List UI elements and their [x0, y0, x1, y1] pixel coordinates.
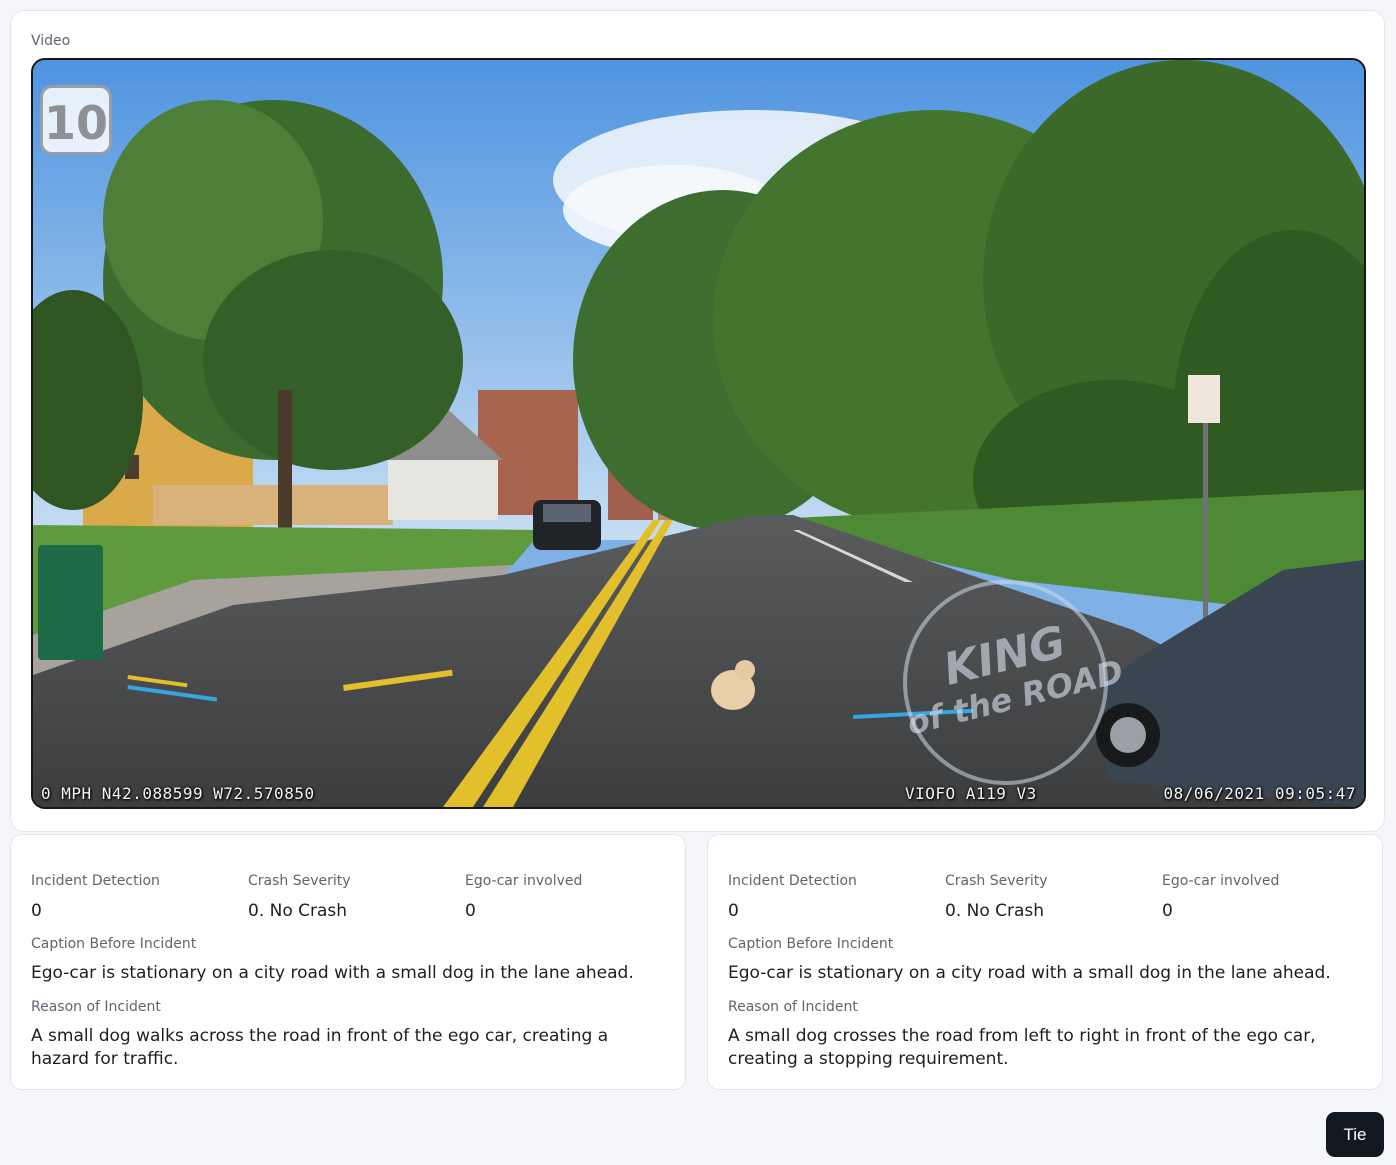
result-card-right: Incident Detection 0 Crash Severity 0. N… [707, 834, 1383, 1090]
reason-value: A small dog crosses the road from left t… [728, 1026, 1316, 1069]
dashcam-frame [33, 60, 1364, 807]
video-player[interactable]: 10 KING of the ROAD 0 MPH N42.088599 W72… [31, 58, 1366, 809]
crash-severity-value: 0. No Crash [945, 901, 1045, 921]
caption-label: Caption Before Incident [31, 936, 197, 952]
video-card: Video 10 KING of the ROAD 0 MPH N42.0885… [10, 10, 1385, 832]
tie-button[interactable]: Tie [1326, 1112, 1384, 1157]
incident-detection-label: Incident Detection [728, 873, 857, 889]
reason-label: Reason of Incident [31, 999, 161, 1015]
speed-badge: 10 [40, 85, 112, 155]
ego-involved-value: 0 [465, 901, 476, 921]
caption-value: Ego-car is stationary on a city road wit… [728, 963, 1331, 983]
reason-value: A small dog walks across the road in fro… [31, 1026, 609, 1069]
reason-label: Reason of Incident [728, 999, 858, 1015]
crash-severity-label: Crash Severity [945, 873, 1048, 889]
incident-detection-value: 0 [728, 901, 739, 921]
incident-detection-value: 0 [31, 901, 42, 921]
ego-involved-label: Ego-car involved [465, 873, 583, 889]
ego-involved-value: 0 [1162, 901, 1173, 921]
crash-severity-label: Crash Severity [248, 873, 351, 889]
gps-overlay: 0 MPH N42.088599 W72.570850 [41, 784, 315, 803]
video-label: Video [31, 33, 71, 49]
result-card-left: Incident Detection 0 Crash Severity 0. N… [10, 834, 686, 1090]
camera-model-overlay: VIOFO A119 V3 [905, 784, 1037, 803]
caption-value: Ego-car is stationary on a city road wit… [31, 963, 634, 983]
caption-label: Caption Before Incident [728, 936, 894, 952]
incident-detection-label: Incident Detection [31, 873, 160, 889]
crash-severity-value: 0. No Crash [248, 901, 348, 921]
ego-involved-label: Ego-car involved [1162, 873, 1280, 889]
timestamp-overlay: 08/06/2021 09:05:47 [1163, 784, 1356, 803]
